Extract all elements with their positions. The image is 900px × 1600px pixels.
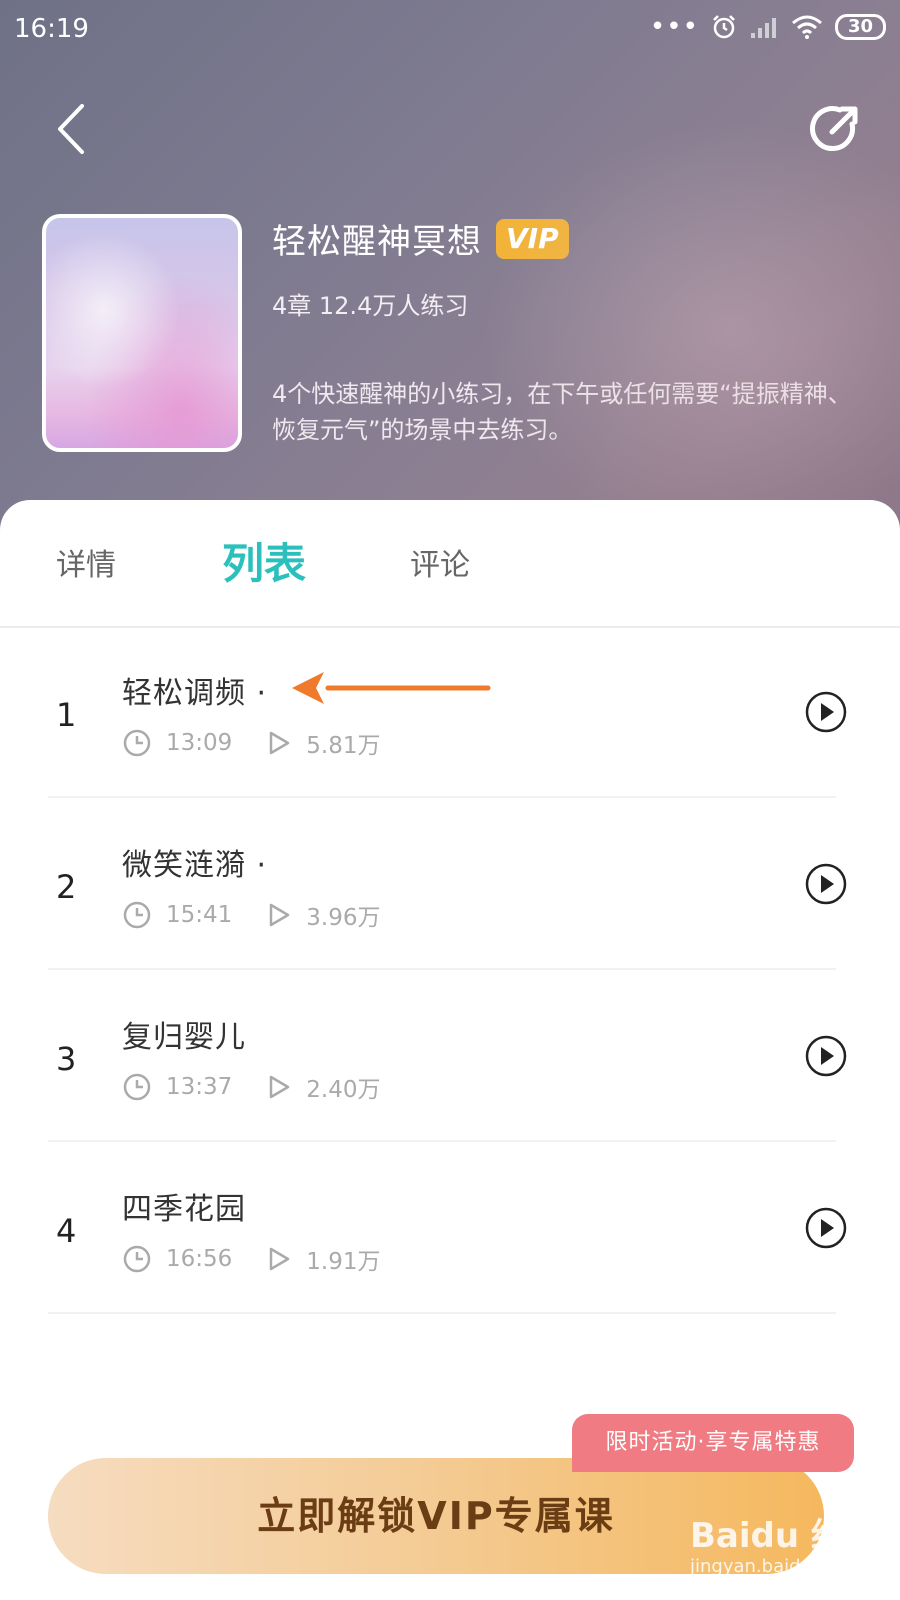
track-index: 3 [56, 1040, 77, 1078]
play-button-icon[interactable] [804, 1206, 848, 1250]
course-stats: 4章 12.4万人练习 [272, 292, 469, 320]
track-title: 轻松调频 · [122, 676, 268, 711]
course-title: 轻松醒神冥想 [272, 222, 482, 262]
clock-icon [123, 1245, 151, 1273]
more-dots-icon: ••• [649, 12, 699, 42]
watermark-brand: Baidu 经验 [690, 1516, 879, 1556]
track-play-count: 1.91万 [306, 1249, 381, 1275]
track-row[interactable]: 2 微笑涟漪 · 15:41 3.96万 [0, 798, 900, 970]
tab-details[interactable]: 详情 [56, 540, 116, 584]
play-count-icon [270, 903, 290, 927]
course-cover-image [42, 214, 242, 452]
tab-bar: 详情 列表 评论 [0, 500, 900, 628]
play-count-icon [270, 1075, 290, 1099]
track-index: 1 [56, 696, 77, 734]
share-button[interactable] [808, 102, 862, 156]
track-title: 复归婴儿 [122, 1020, 246, 1055]
watermark-url: jingyan.baidu.com [690, 1556, 857, 1577]
track-title: 微笑涟漪 · [122, 848, 268, 883]
play-button-icon[interactable] [804, 862, 848, 906]
play-button-icon[interactable] [804, 1034, 848, 1078]
tab-comments[interactable]: 评论 [410, 540, 470, 584]
status-icons: ••• 30 [650, 14, 886, 40]
battery-indicator: 30 [834, 14, 886, 40]
track-meta: 13:09 5.81万 [122, 726, 381, 760]
row-divider [48, 1312, 836, 1314]
track-meta: 15:41 3.96万 [122, 898, 381, 932]
track-row[interactable]: 1 轻松调频 · 13:09 5.81万 [0, 626, 900, 798]
play-count-icon [270, 731, 290, 755]
course-header: 16:19 ••• 30 轻松醒神冥想 VIP 4章 12.4万人练习 4个快速… [0, 0, 900, 540]
track-duration: 16:56 [166, 1246, 233, 1272]
track-index: 4 [56, 1212, 77, 1250]
play-button-icon[interactable] [804, 690, 848, 734]
track-play-count: 3.96万 [306, 905, 381, 931]
watermark-logo: Baidu 经验 jingyan.baidu.com [690, 1508, 890, 1588]
course-title-row: 轻松醒神冥想 VIP [272, 214, 569, 263]
track-title: 四季花园 [122, 1192, 246, 1227]
track-play-count: 2.40万 [306, 1077, 381, 1103]
vip-badge: VIP [496, 218, 569, 259]
status-bar: 16:19 ••• 30 [0, 0, 900, 60]
back-button[interactable] [52, 102, 92, 156]
alarm-icon [713, 15, 735, 39]
track-row[interactable]: 4 四季花园 16:56 1.91万 [0, 1142, 900, 1314]
play-count-icon [270, 1247, 290, 1271]
share-icon [810, 106, 858, 152]
chevron-left-icon [58, 104, 84, 154]
status-time: 16:19 [14, 14, 89, 44]
track-duration: 13:09 [166, 730, 233, 756]
track-row[interactable]: 3 复归婴儿 13:37 2.40万 [0, 970, 900, 1142]
track-play-count: 5.81万 [306, 733, 381, 759]
track-meta: 16:56 1.91万 [122, 1242, 381, 1276]
clock-icon [123, 729, 151, 757]
tab-list[interactable]: 列表 [222, 530, 306, 591]
track-index: 2 [56, 868, 77, 906]
wifi-icon [791, 15, 822, 39]
track-duration: 13:37 [166, 1074, 233, 1100]
track-duration: 15:41 [166, 902, 233, 928]
track-meta: 13:37 2.40万 [122, 1070, 381, 1104]
promo-tag: 限时活动·享专属特惠 [572, 1414, 854, 1472]
course-description: 4个快速醒神的小练习，在下午或任何需要“提振精神、恢复元气”的场景中去练习。 [272, 380, 852, 444]
clock-icon [123, 1073, 151, 1101]
signal-icon [750, 18, 776, 38]
annotation-arrow-icon [292, 672, 491, 704]
clock-icon [123, 901, 151, 929]
